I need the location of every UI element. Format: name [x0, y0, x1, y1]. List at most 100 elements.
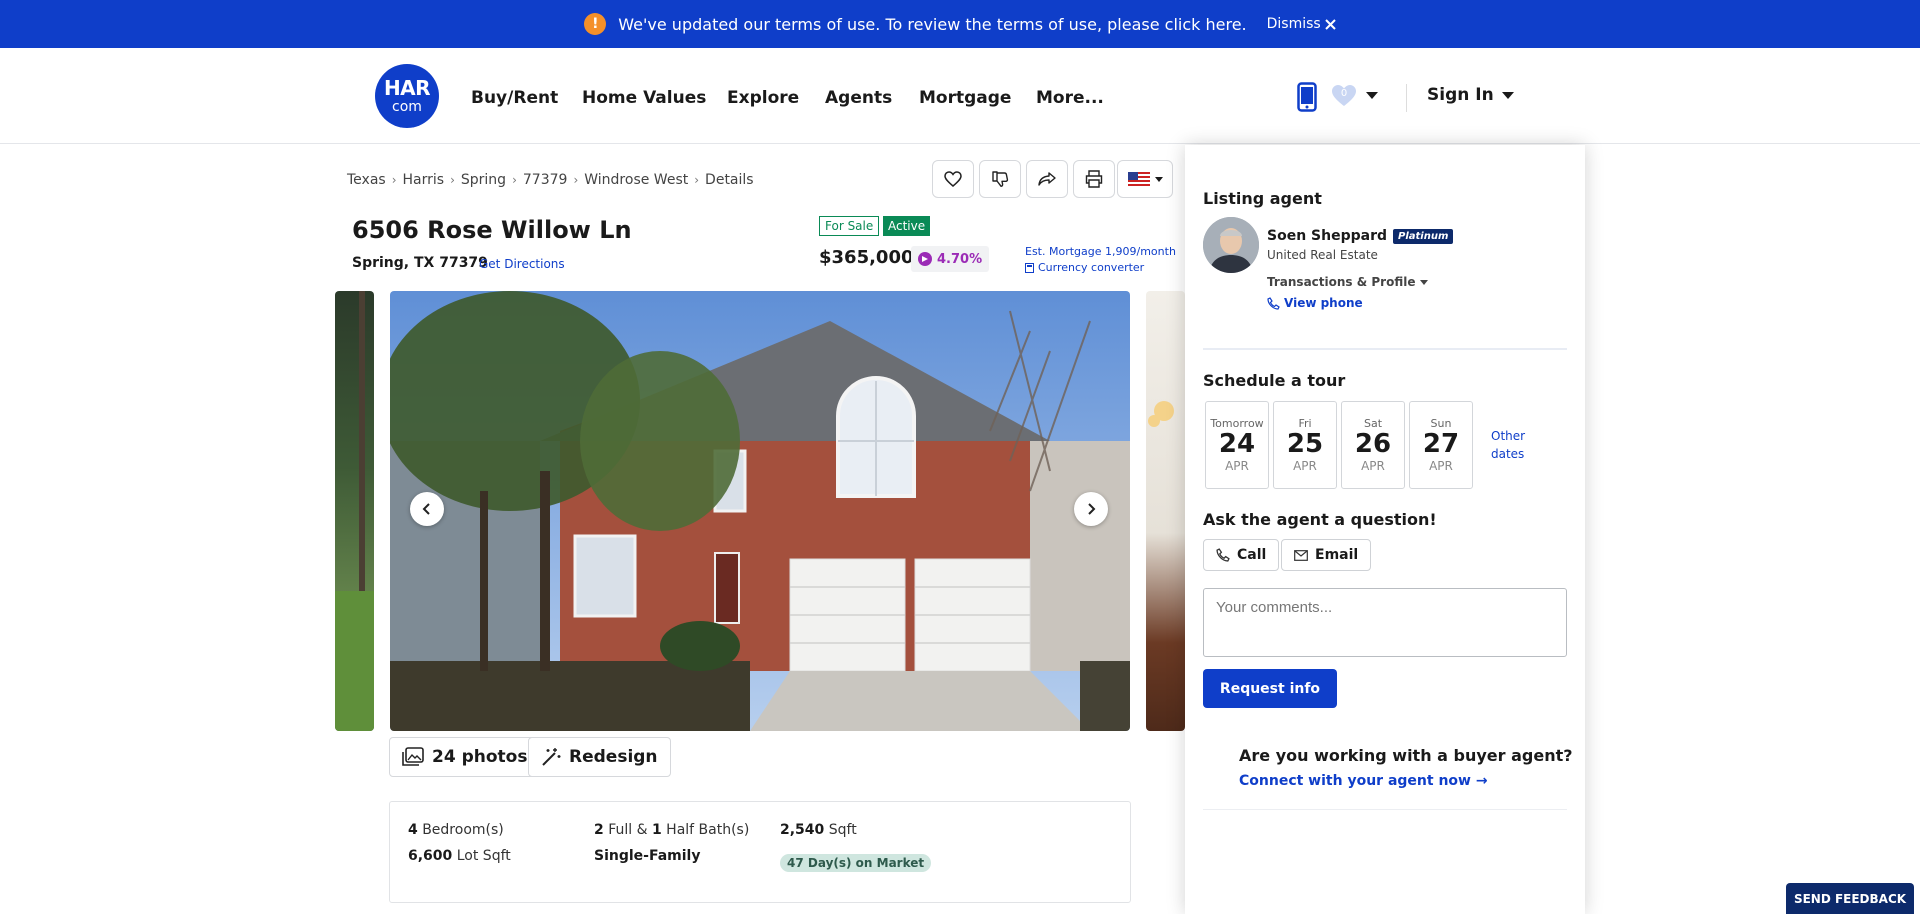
tour-day-date: 25: [1286, 429, 1324, 460]
gallery-photo-next[interactable]: [1146, 291, 1185, 731]
view-phone-link[interactable]: View phone: [1267, 296, 1363, 310]
gallery-prev-button[interactable]: [410, 492, 444, 526]
lot-fact: 6,600 Lot Sqft: [408, 848, 511, 864]
tour-day-option[interactable]: Tomorrow 24 APR: [1205, 401, 1269, 489]
agent-company: United Real Estate: [1267, 248, 1378, 262]
bathrooms-fact: 2 Full & 1 Half Bath(s): [594, 822, 749, 838]
print-button[interactable]: [1073, 160, 1115, 198]
half-bath-count: 1: [651, 822, 662, 838]
phone-icon: [1267, 296, 1280, 310]
listing-address: 6506 Rose Willow Ln: [352, 216, 632, 244]
terms-banner: ! We've updated our terms of use. To rev…: [0, 0, 1920, 48]
language-selector[interactable]: [1117, 160, 1173, 198]
share-icon: [1038, 172, 1056, 186]
full-bath-count: 2: [594, 822, 604, 838]
tour-day-option[interactable]: Sat 26 APR: [1341, 401, 1405, 489]
banner-message[interactable]: We've updated our terms of use. To revie…: [618, 15, 1246, 34]
chevron-down-icon: [1420, 279, 1429, 285]
header-divider: [1406, 84, 1407, 112]
other-dates-line-1: Other: [1491, 429, 1526, 443]
breadcrumb-item[interactable]: Windrose West: [584, 172, 688, 188]
thumbs-down-icon: [992, 171, 1009, 187]
agent-name[interactable]: Soen Sheppard: [1267, 228, 1387, 244]
tour-day-option[interactable]: Fri 25 APR: [1273, 401, 1337, 489]
transactions-profile-dropdown[interactable]: Transactions & Profile: [1267, 275, 1429, 289]
site-header: HAR com Buy/Rent Home Values Explore Age…: [0, 48, 1920, 144]
favorites-heart-icon[interactable]: 0: [1331, 84, 1357, 108]
photos-button[interactable]: 24 photos: [389, 737, 541, 777]
tour-day-option[interactable]: Sun 27 APR: [1409, 401, 1473, 489]
other-dates-line-2: dates: [1491, 447, 1525, 461]
mail-icon: [1294, 549, 1308, 561]
nav-agents[interactable]: Agents: [825, 88, 892, 108]
view-phone-label: View phone: [1284, 296, 1363, 310]
photos-label: 24 photos: [432, 747, 528, 767]
photos-icon: [402, 747, 424, 766]
chevron-right-icon: ›: [512, 173, 517, 187]
listing-agent-title: Listing agent: [1203, 189, 1322, 208]
nav-mortgage[interactable]: Mortgage: [919, 88, 1011, 108]
breadcrumb-item[interactable]: Harris: [403, 172, 445, 188]
sqft-count: 2,540: [780, 822, 825, 838]
redesign-button[interactable]: Redesign: [528, 737, 671, 777]
interior-image: [1148, 401, 1174, 427]
printer-icon: [1085, 170, 1103, 188]
calculator-icon: [1025, 262, 1034, 273]
half-bath-label: Half Bath(s): [666, 822, 750, 838]
schedule-tour-title: Schedule a tour: [1203, 371, 1346, 390]
tour-day-month: APR: [1225, 458, 1249, 473]
get-directions-link[interactable]: Get Directions: [479, 257, 565, 271]
email-button[interactable]: Email: [1281, 539, 1372, 571]
est-mortgage-link[interactable]: Est. Mortgage 1,909/month: [1025, 245, 1176, 258]
days-on-market-badge: 47 Day(s) on Market: [780, 854, 932, 872]
favorites-count: 0: [1340, 88, 1348, 99]
nav-buy-rent[interactable]: Buy/Rent: [471, 88, 558, 108]
agent-avatar[interactable]: [1203, 217, 1259, 273]
active-badge: Active: [883, 216, 931, 236]
breadcrumb-item[interactable]: 77379: [523, 172, 568, 188]
request-info-button[interactable]: Request info: [1203, 669, 1337, 708]
breadcrumb: Texas › Harris › Spring › 77379 › Windro…: [347, 172, 754, 188]
interest-rate: 4.70%: [937, 251, 983, 267]
har-logo[interactable]: HAR com: [375, 64, 439, 128]
for-sale-badge: For Sale: [819, 216, 880, 236]
call-label: Call: [1237, 547, 1267, 563]
nav-explore[interactable]: Explore: [727, 88, 799, 108]
listing-city: Spring, TX 77379: [352, 255, 488, 271]
dislike-button[interactable]: [979, 160, 1021, 198]
dismiss-button[interactable]: Dismiss: [1267, 16, 1336, 32]
breadcrumb-item[interactable]: Texas: [347, 172, 386, 188]
sqft-fact: 2,540 Sqft: [780, 822, 857, 838]
agent-name-row: Soen Sheppard Platinum: [1267, 228, 1454, 244]
close-icon: [1325, 18, 1336, 30]
comments-field[interactable]: [1203, 588, 1567, 657]
email-label: Email: [1315, 547, 1359, 563]
interest-rate-badge[interactable]: 4.70%: [911, 246, 990, 272]
nav-more[interactable]: More...: [1036, 88, 1104, 108]
transactions-label: Transactions & Profile: [1267, 275, 1416, 289]
share-button[interactable]: [1026, 160, 1068, 198]
platinum-badge: Platinum: [1393, 228, 1454, 244]
favorite-button[interactable]: [932, 160, 974, 198]
tree-image: [335, 291, 374, 731]
nav-home-values[interactable]: Home Values: [582, 88, 706, 108]
lot-label: Lot Sqft: [456, 848, 511, 864]
dismiss-label: Dismiss: [1266, 16, 1321, 32]
send-feedback-button[interactable]: SEND FEEDBACK: [1786, 883, 1914, 914]
gallery-photo-main[interactable]: [390, 291, 1130, 731]
tour-day-date: 24: [1218, 429, 1256, 460]
call-button[interactable]: Call: [1203, 539, 1280, 571]
other-dates-link[interactable]: Other dates: [1491, 427, 1525, 463]
us-flag-icon: [1127, 172, 1150, 186]
currency-converter-link[interactable]: Currency converter: [1025, 261, 1144, 274]
sign-in-button[interactable]: Sign In: [1427, 85, 1514, 105]
tour-day-date: 27: [1422, 429, 1460, 460]
mobile-app-icon[interactable]: [1297, 82, 1317, 112]
breadcrumb-item[interactable]: Spring: [461, 172, 506, 188]
gallery-next-button[interactable]: [1074, 492, 1108, 526]
connect-agent-link[interactable]: Connect with your agent now →: [1239, 773, 1488, 789]
favorites-dropdown-icon[interactable]: [1366, 92, 1378, 99]
house-photo: [390, 291, 1130, 731]
property-type: Single-Family: [594, 848, 701, 864]
gallery-photo-previous[interactable]: [335, 291, 374, 731]
